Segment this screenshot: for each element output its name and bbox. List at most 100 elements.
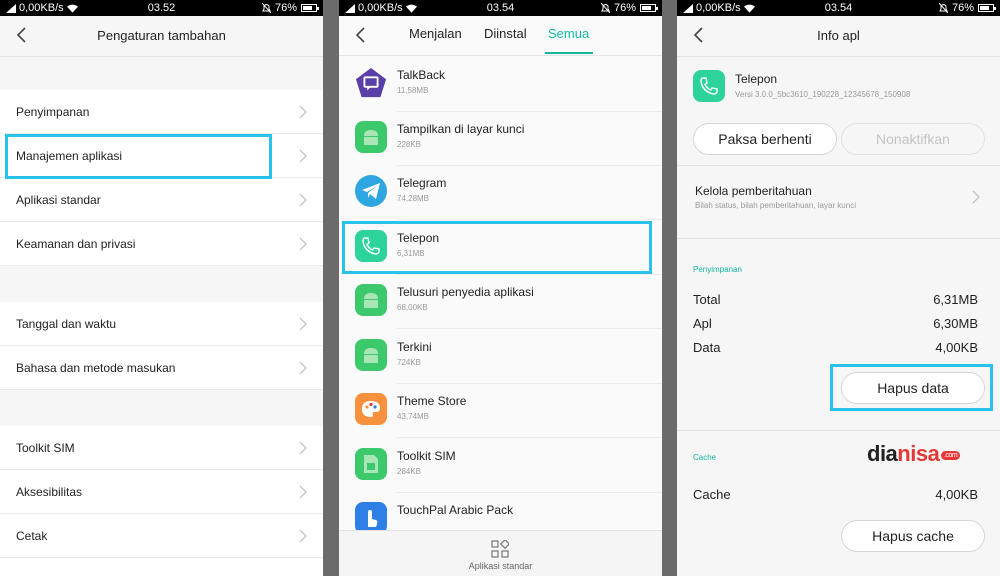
signal-icon <box>6 3 16 13</box>
settings-item-label: Penyimpanan <box>16 104 90 119</box>
chevron-right-icon <box>299 529 307 543</box>
app-name: Tampilkan di layar kunci <box>397 122 525 136</box>
highlight-box <box>5 134 272 179</box>
highlight-box <box>830 364 993 411</box>
settings-item-accessibility[interactable]: Aksesibilitas <box>0 470 323 514</box>
logo-badge: .com <box>941 451 961 460</box>
chevron-right-icon <box>299 317 307 331</box>
settings-group-2: Tanggal dan waktu Bahasa dan metode masu… <box>0 302 323 390</box>
android-icon <box>355 284 387 316</box>
app-row-lockscreen[interactable]: Tampilkan di layar kunci 228KB <box>339 112 662 166</box>
app-name: Telepon <box>735 72 778 86</box>
storage-section-label: Penyimpanan <box>693 265 742 274</box>
chevron-right-icon <box>972 190 980 204</box>
storage-value: 4,00KB <box>935 340 978 355</box>
settings-item-date-time[interactable]: Tanggal dan waktu <box>0 302 323 346</box>
telegram-icon <box>355 175 387 207</box>
default-apps-button[interactable]: Aplikasi standar <box>339 561 662 571</box>
app-name: Telusuri penyedia aplikasi <box>397 285 534 299</box>
net-speed: 0,00KB/s <box>696 2 741 14</box>
clear-cache-button[interactable]: Hapus cache <box>841 520 985 552</box>
app-name: Terkini <box>397 340 432 354</box>
cache-value: 4,00KB <box>935 487 978 502</box>
disable-button[interactable]: Nonaktifkan <box>841 123 985 155</box>
app-name: Toolkit SIM <box>397 449 456 463</box>
net-speed: 0,00KB/s <box>19 2 64 14</box>
signal-icon <box>683 3 693 13</box>
settings-item-label: Aplikasi standar <box>16 192 101 207</box>
tab-running[interactable]: Menjalan <box>409 26 462 41</box>
settings-item-label: Aksesibilitas <box>16 484 83 499</box>
force-stop-button[interactable]: Paksa berhenti <box>693 123 837 155</box>
divider <box>677 56 1000 57</box>
storage-value: 6,31MB <box>933 292 978 307</box>
app-version: Versi 3.0.0_5bc3610_190228_12345678_1509… <box>735 90 911 99</box>
battery-level: 76% <box>951 2 974 14</box>
android-icon <box>355 339 387 371</box>
default-apps-icon[interactable] <box>491 540 509 558</box>
settings-item-security[interactable]: Keamanan dan privasi <box>0 222 323 266</box>
status-bar: 0,00KB/s 03.54 76% <box>677 0 1000 16</box>
android-icon <box>355 121 387 153</box>
settings-item-language-input[interactable]: Bahasa dan metode masukan <box>0 346 323 390</box>
cache-section-label: Cache <box>693 453 717 462</box>
app-size: 43,74MB <box>397 412 430 421</box>
chevron-right-icon <box>299 485 307 499</box>
app-row-toolkit-sim[interactable]: Toolkit SIM 284KB <box>339 439 662 493</box>
palette-icon <box>355 393 387 425</box>
app-row-terkini[interactable]: Terkini 724KB <box>339 330 662 384</box>
app-name: Telegram <box>397 176 447 190</box>
battery-icon <box>640 4 658 12</box>
app-info-screen: 0,00KB/s 03.54 76% Info apl Telepon Vers… <box>677 0 1000 576</box>
settings-item-toolkit-sim[interactable]: Toolkit SIM <box>0 426 323 470</box>
clock: 03.52 <box>147 2 176 14</box>
tab-all[interactable]: Semua <box>548 26 589 41</box>
app-size: 68,00KB <box>397 303 428 312</box>
logo-part: dia <box>867 441 898 466</box>
app-name: TouchPal Arabic Pack <box>397 503 514 517</box>
app-filter-tabs: Menjalan Diinstal Semua <box>339 26 662 46</box>
chevron-right-icon <box>299 441 307 455</box>
settings-item-storage[interactable]: Penyimpanan <box>0 90 323 134</box>
settings-item-label: Cetak <box>16 528 48 543</box>
battery-level: 76% <box>613 2 636 14</box>
settings-item-label: Tanggal dan waktu <box>16 316 117 331</box>
app-row-talkback[interactable]: TalkBack 11,58MB <box>339 58 662 112</box>
app-row-theme-store[interactable]: Theme Store 43,74MB <box>339 384 662 438</box>
status-bar: 0,00KB/s 03.52 76% <box>0 0 323 16</box>
app-size: 11,58MB <box>397 86 429 95</box>
settings-item-label: Keamanan dan privasi <box>16 236 136 251</box>
clock: 03.54 <box>824 2 853 14</box>
active-tab-indicator <box>545 52 593 54</box>
tab-installed[interactable]: Diinstal <box>484 26 527 41</box>
chevron-right-icon <box>299 149 307 163</box>
settings-item-print[interactable]: Cetak <box>0 514 323 558</box>
divider <box>397 219 662 220</box>
phone-icon <box>693 70 725 102</box>
storage-key: Total <box>693 292 721 307</box>
battery-icon <box>301 4 319 12</box>
app-name: TalkBack <box>397 68 446 82</box>
page-title: Pengaturan tambahan <box>97 28 226 43</box>
mute-icon <box>261 3 271 13</box>
app-row-search-provider[interactable]: Telusuri penyedia aplikasi 68,00KB <box>339 275 662 329</box>
signal-icon <box>345 3 355 13</box>
wifi-icon <box>405 4 417 13</box>
watermark-logo: dianisa .com <box>867 441 961 466</box>
chevron-right-icon <box>299 237 307 251</box>
app-name: Theme Store <box>397 394 467 408</box>
bottom-bar: Aplikasi standar <box>339 530 662 576</box>
settings-screen: 0,00KB/s 03.52 76% Pengaturan tambahan P… <box>0 0 323 576</box>
storage-key: Data <box>693 340 721 355</box>
notif-title: Kelola pemberitahuan <box>695 184 812 198</box>
settings-item-default-apps[interactable]: Aplikasi standar <box>0 178 323 222</box>
logo-part: nisa <box>897 441 940 466</box>
app-row-telegram[interactable]: Telegram 74,28MB <box>339 166 662 220</box>
app-size: 724KB <box>397 358 422 367</box>
apps-list-screen: 0,00KB/s 03.54 76% Menjalan Diinstal Sem… <box>339 0 662 576</box>
divider <box>0 56 323 57</box>
chevron-right-icon <box>299 361 307 375</box>
cache-key: Cache <box>693 487 731 502</box>
settings-item-label: Toolkit SIM <box>16 440 75 455</box>
manage-notifications-row[interactable]: Kelola pemberitahuan Bilah status, bilah… <box>677 166 1000 224</box>
